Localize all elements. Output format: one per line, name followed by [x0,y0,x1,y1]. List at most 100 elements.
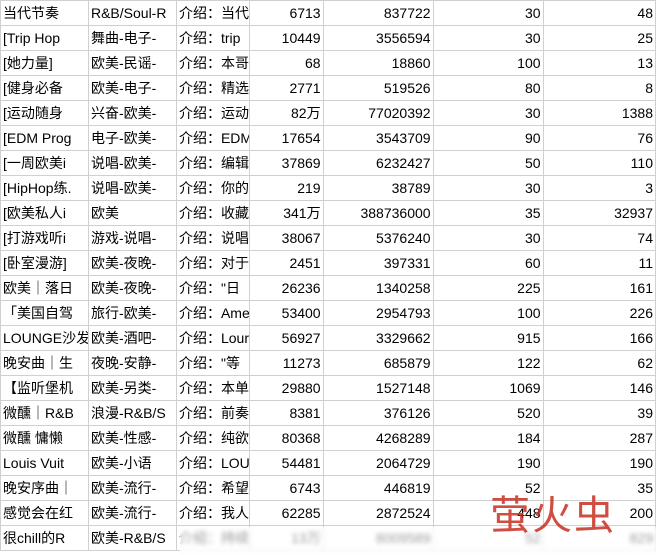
col-name[interactable]: LOUNGE沙发 [1,326,89,351]
col-value-2[interactable]: 38789 [323,176,433,201]
col-value-3[interactable]: 52 [433,476,543,501]
col-intro[interactable]: 介绍：Lour [176,326,249,351]
table-row[interactable]: 微醺｜R&B浪漫-R&B/S介绍：前奏838137612652039 [1,401,656,426]
col-value-2[interactable]: 3543709 [323,126,433,151]
col-value-4[interactable]: 829 [543,526,655,551]
col-intro[interactable]: 介绍："日 [176,276,249,301]
col-value-2[interactable]: 446819 [323,476,433,501]
col-value-1[interactable]: 80368 [250,426,323,451]
col-value-4[interactable]: 13 [543,51,655,76]
col-name[interactable]: [EDM Prog [1,126,89,151]
col-intro[interactable]: 介绍：LOUI [176,451,249,476]
col-value-3[interactable]: 30 [433,1,543,26]
col-value-3[interactable]: 90 [433,126,543,151]
table-row[interactable]: 微醺 慵懒欧美-性感-介绍：纯欲803684268289184287 [1,426,656,451]
col-value-2[interactable]: 77020392 [323,101,433,126]
col-tags[interactable]: 游戏-说唱- [88,226,176,251]
col-value-4[interactable]: 11 [543,251,655,276]
col-name[interactable]: [运动随身 [1,101,89,126]
col-value-4[interactable]: 62 [543,351,655,376]
col-name[interactable]: [她力量] [1,51,89,76]
col-intro[interactable]: 介绍：EDM [176,126,249,151]
col-tags[interactable]: 欧美 [88,201,176,226]
col-tags[interactable]: 欧美-R&B/S [88,526,176,551]
table-row[interactable]: [她力量]欧美-民谣-介绍：本哥681886010013 [1,51,656,76]
col-value-1[interactable]: 6713 [250,1,323,26]
table-row[interactable]: 晚安曲｜生夜晚-安静-介绍："等1127368587912262 [1,351,656,376]
col-value-4[interactable]: 3 [543,176,655,201]
col-value-2[interactable]: 837722 [323,1,433,26]
col-value-2[interactable]: 1340258 [323,276,433,301]
table-row[interactable]: [打游戏听i游戏-说唱-介绍：说唱3806753762403074 [1,226,656,251]
col-tags[interactable]: 欧美-民谣- [88,51,176,76]
col-value-4[interactable]: 8 [543,76,655,101]
col-value-3[interactable]: 30 [433,176,543,201]
table-row[interactable]: [EDM Prog电子-欧美-介绍：EDM1765435437099076 [1,126,656,151]
col-name[interactable]: 感觉会在红 [1,501,89,526]
col-value-3[interactable]: 60 [433,251,543,276]
table-row[interactable]: [运动随身兴奋-欧美-介绍：运动82万77020392301388 [1,101,656,126]
col-value-2[interactable]: 18860 [323,51,433,76]
col-value-4[interactable]: 25 [543,26,655,51]
col-value-4[interactable]: 146 [543,376,655,401]
col-name[interactable]: 微醺 慵懒 [1,426,89,451]
table-row[interactable]: 感觉会在红欧美-流行-介绍：我人622852872524448200 [1,501,656,526]
col-tags[interactable]: 欧美-酒吧- [88,326,176,351]
col-name[interactable]: [一周欧美i [1,151,89,176]
table-row[interactable]: 「美国自驾旅行-欧美-介绍：Amer534002954793100226 [1,301,656,326]
col-name[interactable]: 欧美｜落日 [1,276,89,301]
col-value-1[interactable]: 68 [250,51,323,76]
col-tags[interactable]: R&B/Soul-R [88,1,176,26]
col-tags[interactable]: 夜晚-安静- [88,351,176,376]
col-intro[interactable]: 介绍：你的 [176,176,249,201]
col-tags[interactable]: 欧美-电子- [88,76,176,101]
col-intro[interactable]: 介绍：编辑 [176,151,249,176]
col-value-1[interactable]: 341万 [250,201,323,226]
col-value-2[interactable]: 2064729 [323,451,433,476]
col-intro[interactable]: 介绍：说唱 [176,226,249,251]
table-row[interactable]: 很chill的R欧美-R&B/S介绍：持续13万800958952829 [1,526,656,551]
col-value-2[interactable]: 388736000 [323,201,433,226]
col-value-2[interactable]: 6232427 [323,151,433,176]
col-value-1[interactable]: 10449 [250,26,323,51]
col-value-3[interactable]: 520 [433,401,543,426]
table-row[interactable]: 当代节奏R&B/Soul-R介绍：当代67138377223048 [1,1,656,26]
col-value-2[interactable]: 4268289 [323,426,433,451]
col-value-4[interactable]: 32937 [543,201,655,226]
col-intro[interactable]: 介绍：当代 [176,1,249,26]
table-row[interactable]: 欧美｜落日欧美-夜晚-介绍："日262361340258225161 [1,276,656,301]
col-value-3[interactable]: 52 [433,526,543,551]
col-value-1[interactable]: 11273 [250,351,323,376]
col-value-1[interactable]: 8381 [250,401,323,426]
col-tags[interactable]: 舞曲-电子- [88,26,176,51]
col-intro[interactable]: 介绍：希望 [176,476,249,501]
col-value-4[interactable]: 74 [543,226,655,251]
col-tags[interactable]: 欧美-性感- [88,426,176,451]
col-value-4[interactable]: 76 [543,126,655,151]
col-value-1[interactable]: 29880 [250,376,323,401]
col-value-1[interactable]: 37869 [250,151,323,176]
col-value-2[interactable]: 8009589 [323,526,433,551]
col-value-3[interactable]: 30 [433,226,543,251]
col-tags[interactable]: 电子-欧美- [88,126,176,151]
col-value-3[interactable]: 100 [433,51,543,76]
col-tags[interactable]: 欧美-夜晚- [88,276,176,301]
col-value-1[interactable]: 38067 [250,226,323,251]
table-row[interactable]: [HipHop练.说唱-欧美-介绍：你的21938789303 [1,176,656,201]
col-value-4[interactable]: 1388 [543,101,655,126]
col-name[interactable]: 【监听堡机 [1,376,89,401]
table-row[interactable]: [Trip Hop舞曲-电子-介绍：trip1044935565943025 [1,26,656,51]
col-name[interactable]: [Trip Hop [1,26,89,51]
col-value-3[interactable]: 35 [433,201,543,226]
col-intro[interactable]: 介绍：收藏 [176,201,249,226]
col-value-3[interactable]: 190 [433,451,543,476]
col-value-3[interactable]: 30 [433,26,543,51]
col-value-1[interactable]: 62285 [250,501,323,526]
col-value-2[interactable]: 3556594 [323,26,433,51]
col-value-3[interactable]: 184 [433,426,543,451]
col-name[interactable]: [HipHop练. [1,176,89,201]
col-tags[interactable]: 欧美-另类- [88,376,176,401]
col-value-4[interactable]: 35 [543,476,655,501]
col-value-3[interactable]: 30 [433,101,543,126]
col-value-1[interactable]: 6743 [250,476,323,501]
